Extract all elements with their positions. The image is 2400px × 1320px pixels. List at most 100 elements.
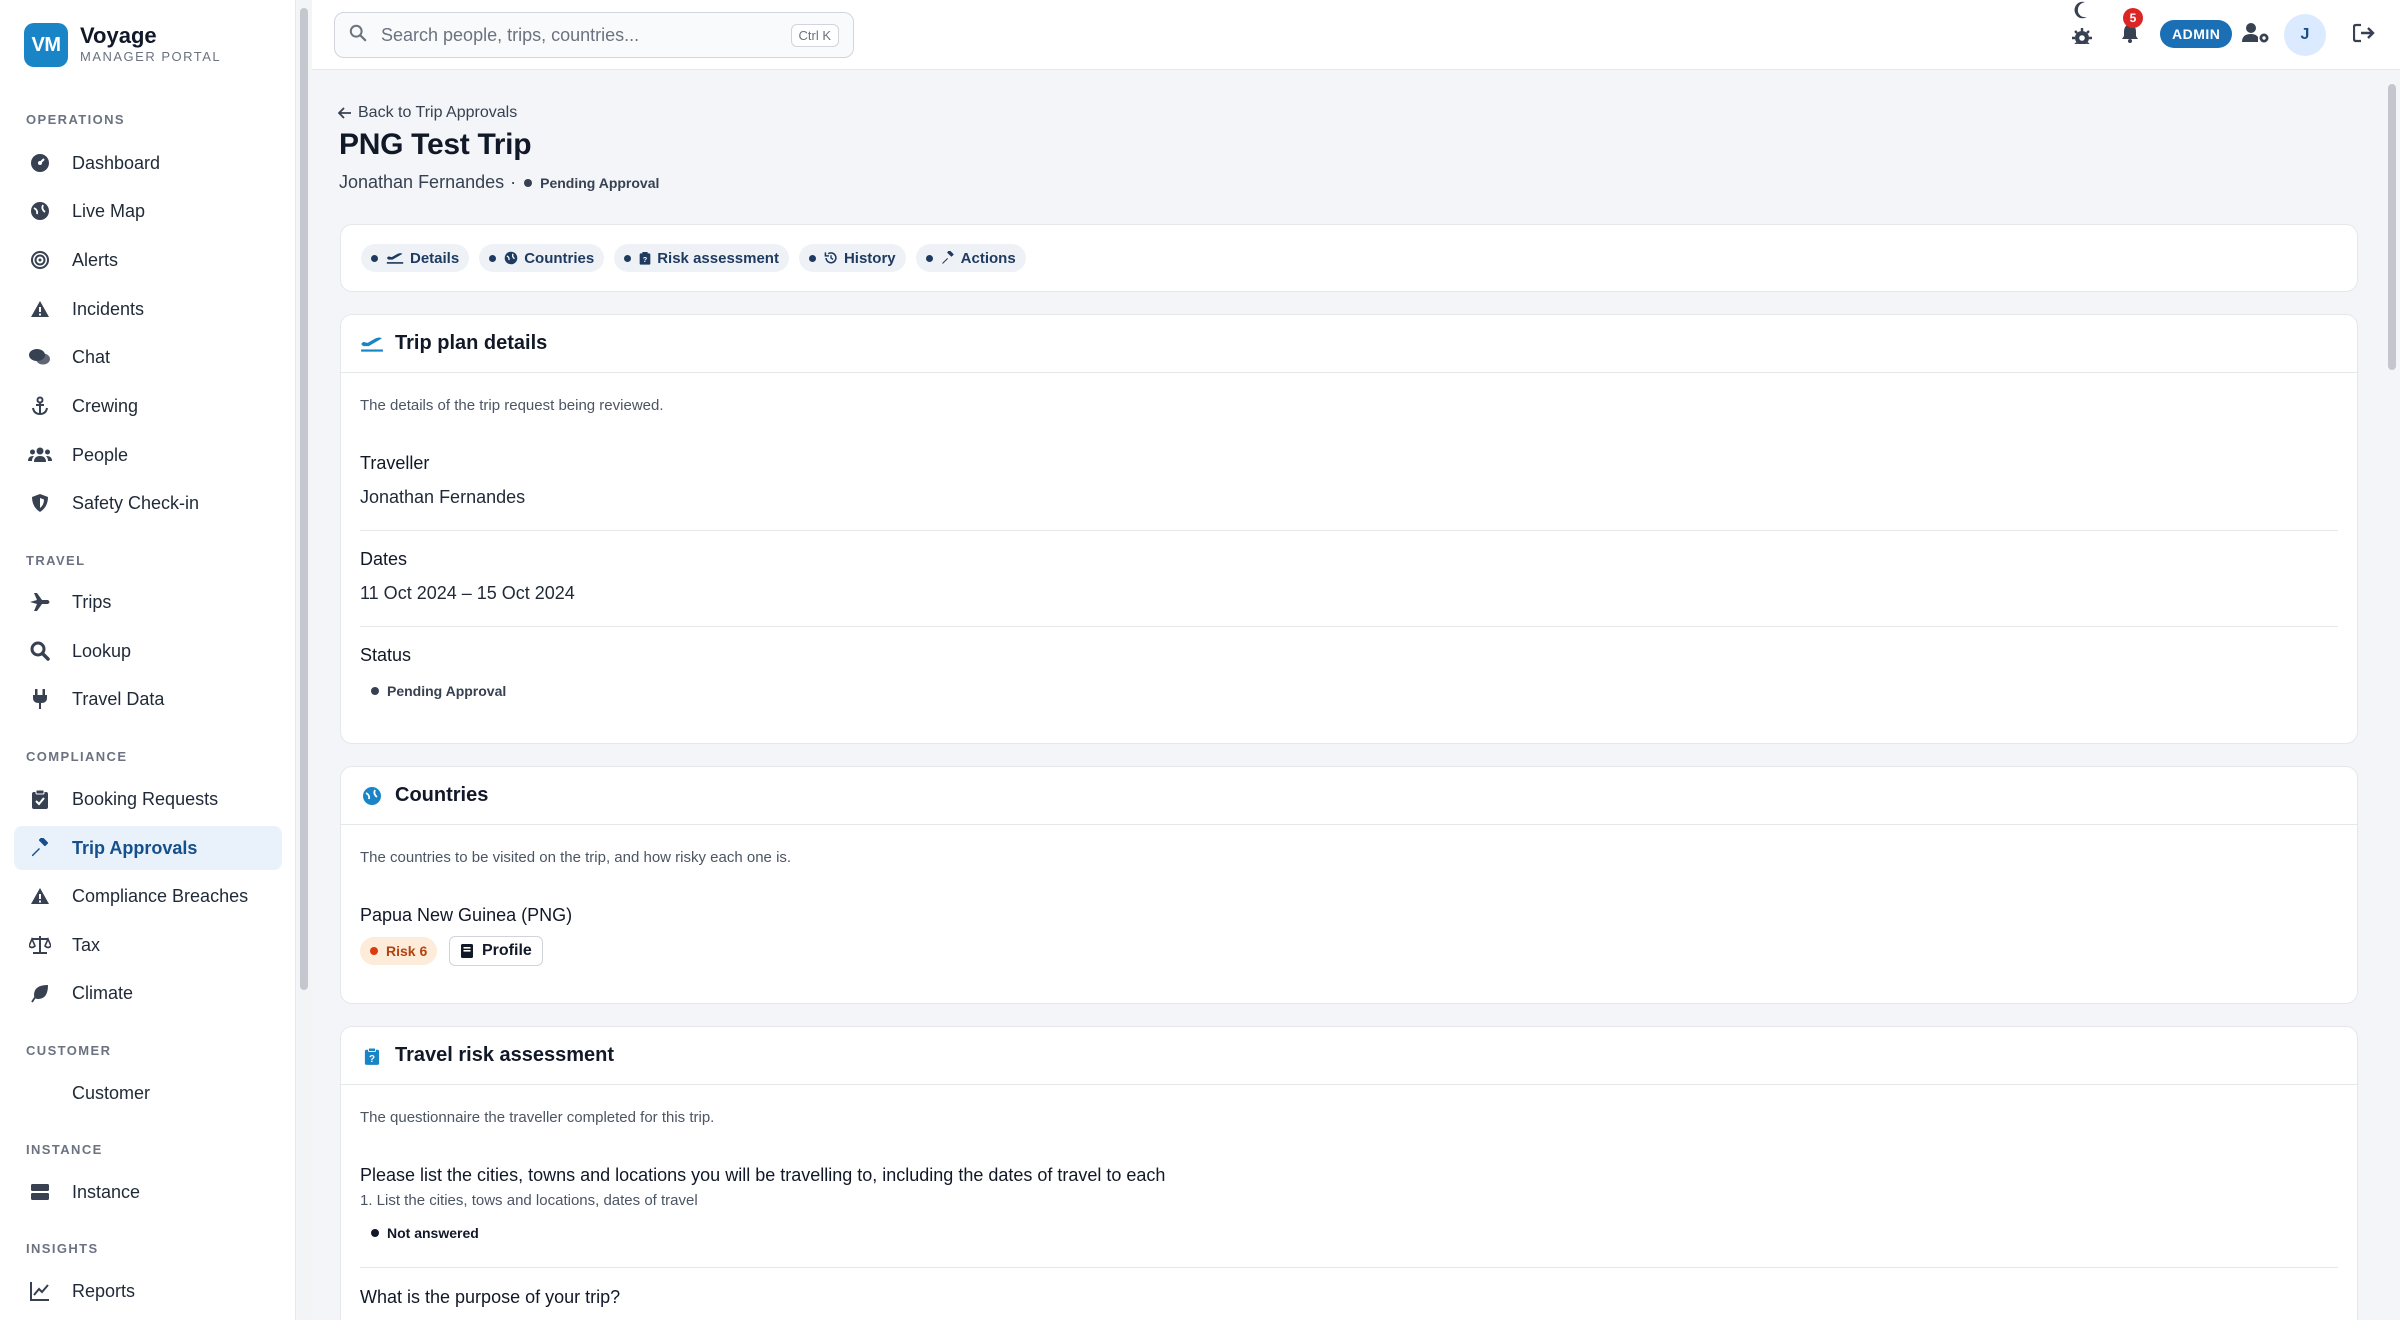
sidebar-item-alerts[interactable]: Alerts xyxy=(14,238,282,282)
sidebar-item-label: Customer xyxy=(72,1082,151,1103)
page-title: PNG Test Trip xyxy=(339,128,532,161)
sidebar-item-customer[interactable]: Customer xyxy=(14,1071,282,1115)
sidebar-item-instance[interactable]: Instance xyxy=(14,1170,282,1214)
trip-details-card: Trip plan details The details of the tri… xyxy=(340,314,2358,744)
sidebar-item-label: Tax xyxy=(72,934,101,955)
plane-departure-icon xyxy=(386,253,404,264)
sidebar-item-live-map[interactable]: Live Map xyxy=(14,189,282,233)
sidebar-item-compliance-breaches[interactable]: Compliance Breaches xyxy=(14,874,282,918)
nav-section-insights: INSIGHTS xyxy=(26,1241,99,1256)
country-profile-button[interactable]: Profile xyxy=(449,936,543,966)
user-settings-button[interactable] xyxy=(2239,18,2273,52)
sidebar-scrollbar-thumb[interactable] xyxy=(300,8,308,990)
sidebar-item-label: Travel Data xyxy=(72,688,165,709)
nav-section-operations: OPERATIONS xyxy=(26,112,125,127)
server-icon xyxy=(28,1180,52,1204)
avatar[interactable]: J xyxy=(2284,14,2326,56)
sidebar-item-booking-requests[interactable]: Booking Requests xyxy=(14,777,282,821)
section-tabs: Details Countries ? Risk assessment Hist… xyxy=(340,224,2358,292)
sidebar-item-climate[interactable]: Climate xyxy=(14,971,282,1015)
tab-history[interactable]: History xyxy=(798,244,906,272)
divider xyxy=(360,530,2338,531)
dates-label: Dates xyxy=(360,549,408,569)
clipboard-question-icon: ? xyxy=(359,1043,385,1069)
countries-card: Countries The countries to be visited on… xyxy=(340,766,2358,1004)
sidebar-item-crewing[interactable]: Crewing xyxy=(14,384,282,428)
tab-countries[interactable]: Countries xyxy=(479,244,605,272)
card-title: Countries xyxy=(395,784,489,806)
clipboard-icon xyxy=(28,787,52,811)
sidebar-item-label: Climate xyxy=(72,982,134,1003)
sidebar-item-incidents[interactable]: Incidents xyxy=(14,287,282,331)
brand[interactable]: VM Voyage MANAGER PORTAL xyxy=(24,22,221,68)
status-label: Status xyxy=(360,645,412,665)
traveller-name: Jonathan Fernandes xyxy=(339,172,505,192)
svg-text:?: ? xyxy=(643,255,648,264)
sidebar-item-label: Booking Requests xyxy=(72,788,219,809)
tab-details[interactable]: Details xyxy=(361,244,470,272)
card-description: The questionnaire the traveller complete… xyxy=(360,1109,715,1126)
sidebar-item-people[interactable]: People xyxy=(14,433,282,477)
moon-icon xyxy=(2074,1,2087,19)
search-icon xyxy=(28,639,52,663)
page-subtitle: Jonathan Fernandes · Pending Approval xyxy=(339,172,659,193)
sidebar-item-chat[interactable]: Chat xyxy=(14,335,282,379)
card-description: The countries to be visited on the trip,… xyxy=(360,849,792,866)
nav-section-customer: CUSTOMER xyxy=(26,1043,112,1058)
sidebar-item-label: Chat xyxy=(72,346,111,367)
scale-icon xyxy=(28,933,52,957)
card-title: Trip plan details xyxy=(395,332,548,354)
sidebar-item-trips[interactable]: Trips xyxy=(14,580,282,624)
sidebar-item-label: Dashboard xyxy=(72,152,161,173)
traveller-label: Traveller xyxy=(360,453,430,473)
sidebar-item-tax[interactable]: Tax xyxy=(14,923,282,967)
people-icon xyxy=(28,443,52,467)
plane-departure-icon xyxy=(359,331,385,357)
sidebar-item-label: Live Map xyxy=(72,200,146,221)
country-name: Papua New Guinea (PNG) xyxy=(360,905,573,925)
chat-icon xyxy=(28,345,52,369)
tab-risk-assessment[interactable]: ? Risk assessment xyxy=(614,244,789,272)
search-icon xyxy=(349,24,367,47)
logout-button[interactable] xyxy=(2347,18,2381,52)
gear-icon xyxy=(2072,28,2092,44)
sidebar-item-dashboard[interactable]: Dashboard xyxy=(14,141,282,185)
sidebar-item-label: Trip Approvals xyxy=(72,837,198,858)
search-input[interactable]: Search people, trips, countries... Ctrl … xyxy=(334,12,854,58)
back-link-label: Back to Trip Approvals xyxy=(358,104,518,121)
plug-icon xyxy=(28,687,52,711)
risk-assessment-card: ? Travel risk assessment The questionnai… xyxy=(340,1026,2358,1320)
back-link[interactable]: Back to Trip Approvals xyxy=(338,104,517,122)
status-badge: Pending Approval xyxy=(371,683,506,699)
sidebar-item-label: People xyxy=(72,444,129,465)
sidebar: VM Voyage MANAGER PORTAL OPERATIONS Dash… xyxy=(0,0,296,1320)
main-scrollbar-thumb[interactable] xyxy=(2388,84,2396,370)
theme-toggle-button[interactable] xyxy=(2065,1,2099,44)
question-text: What is the purpose of your trip? xyxy=(360,1287,621,1307)
sidebar-item-lookup[interactable]: Lookup xyxy=(14,629,282,673)
sidebar-item-reports[interactable]: Reports xyxy=(14,1269,282,1313)
answer-badge: Not answered xyxy=(371,1225,479,1241)
nav-section-compliance: COMPLIANCE xyxy=(26,749,128,764)
leaf-icon xyxy=(28,981,52,1005)
sidebar-item-label: Crewing xyxy=(72,395,139,416)
sidebar-item-trip-approvals[interactable]: Trip Approvals xyxy=(14,826,282,870)
history-icon xyxy=(824,252,837,264)
card-title: Travel risk assessment xyxy=(395,1044,615,1066)
logout-icon xyxy=(2352,23,2375,48)
sidebar-item-travel-data[interactable]: Travel Data xyxy=(14,677,282,721)
arrow-left-icon xyxy=(338,107,351,119)
sidebar-item-safety-check-in[interactable]: Safety Check-in xyxy=(14,481,282,525)
globe-icon xyxy=(28,199,52,223)
clipboard-question-icon: ? xyxy=(639,252,651,265)
gavel-icon xyxy=(941,251,954,264)
sidebar-item-label: Incidents xyxy=(72,298,145,319)
tab-actions[interactable]: Actions xyxy=(915,244,1026,272)
sidebar-item-label: Compliance Breaches xyxy=(72,885,249,906)
warning-icon xyxy=(28,884,52,908)
notification-count-badge: 5 xyxy=(2123,8,2143,28)
globe-icon xyxy=(504,251,518,265)
nav-section-travel: TRAVEL xyxy=(26,553,86,568)
sidebar-item-label: Trips xyxy=(72,591,112,612)
risk-badge: Risk 6 xyxy=(360,937,438,965)
